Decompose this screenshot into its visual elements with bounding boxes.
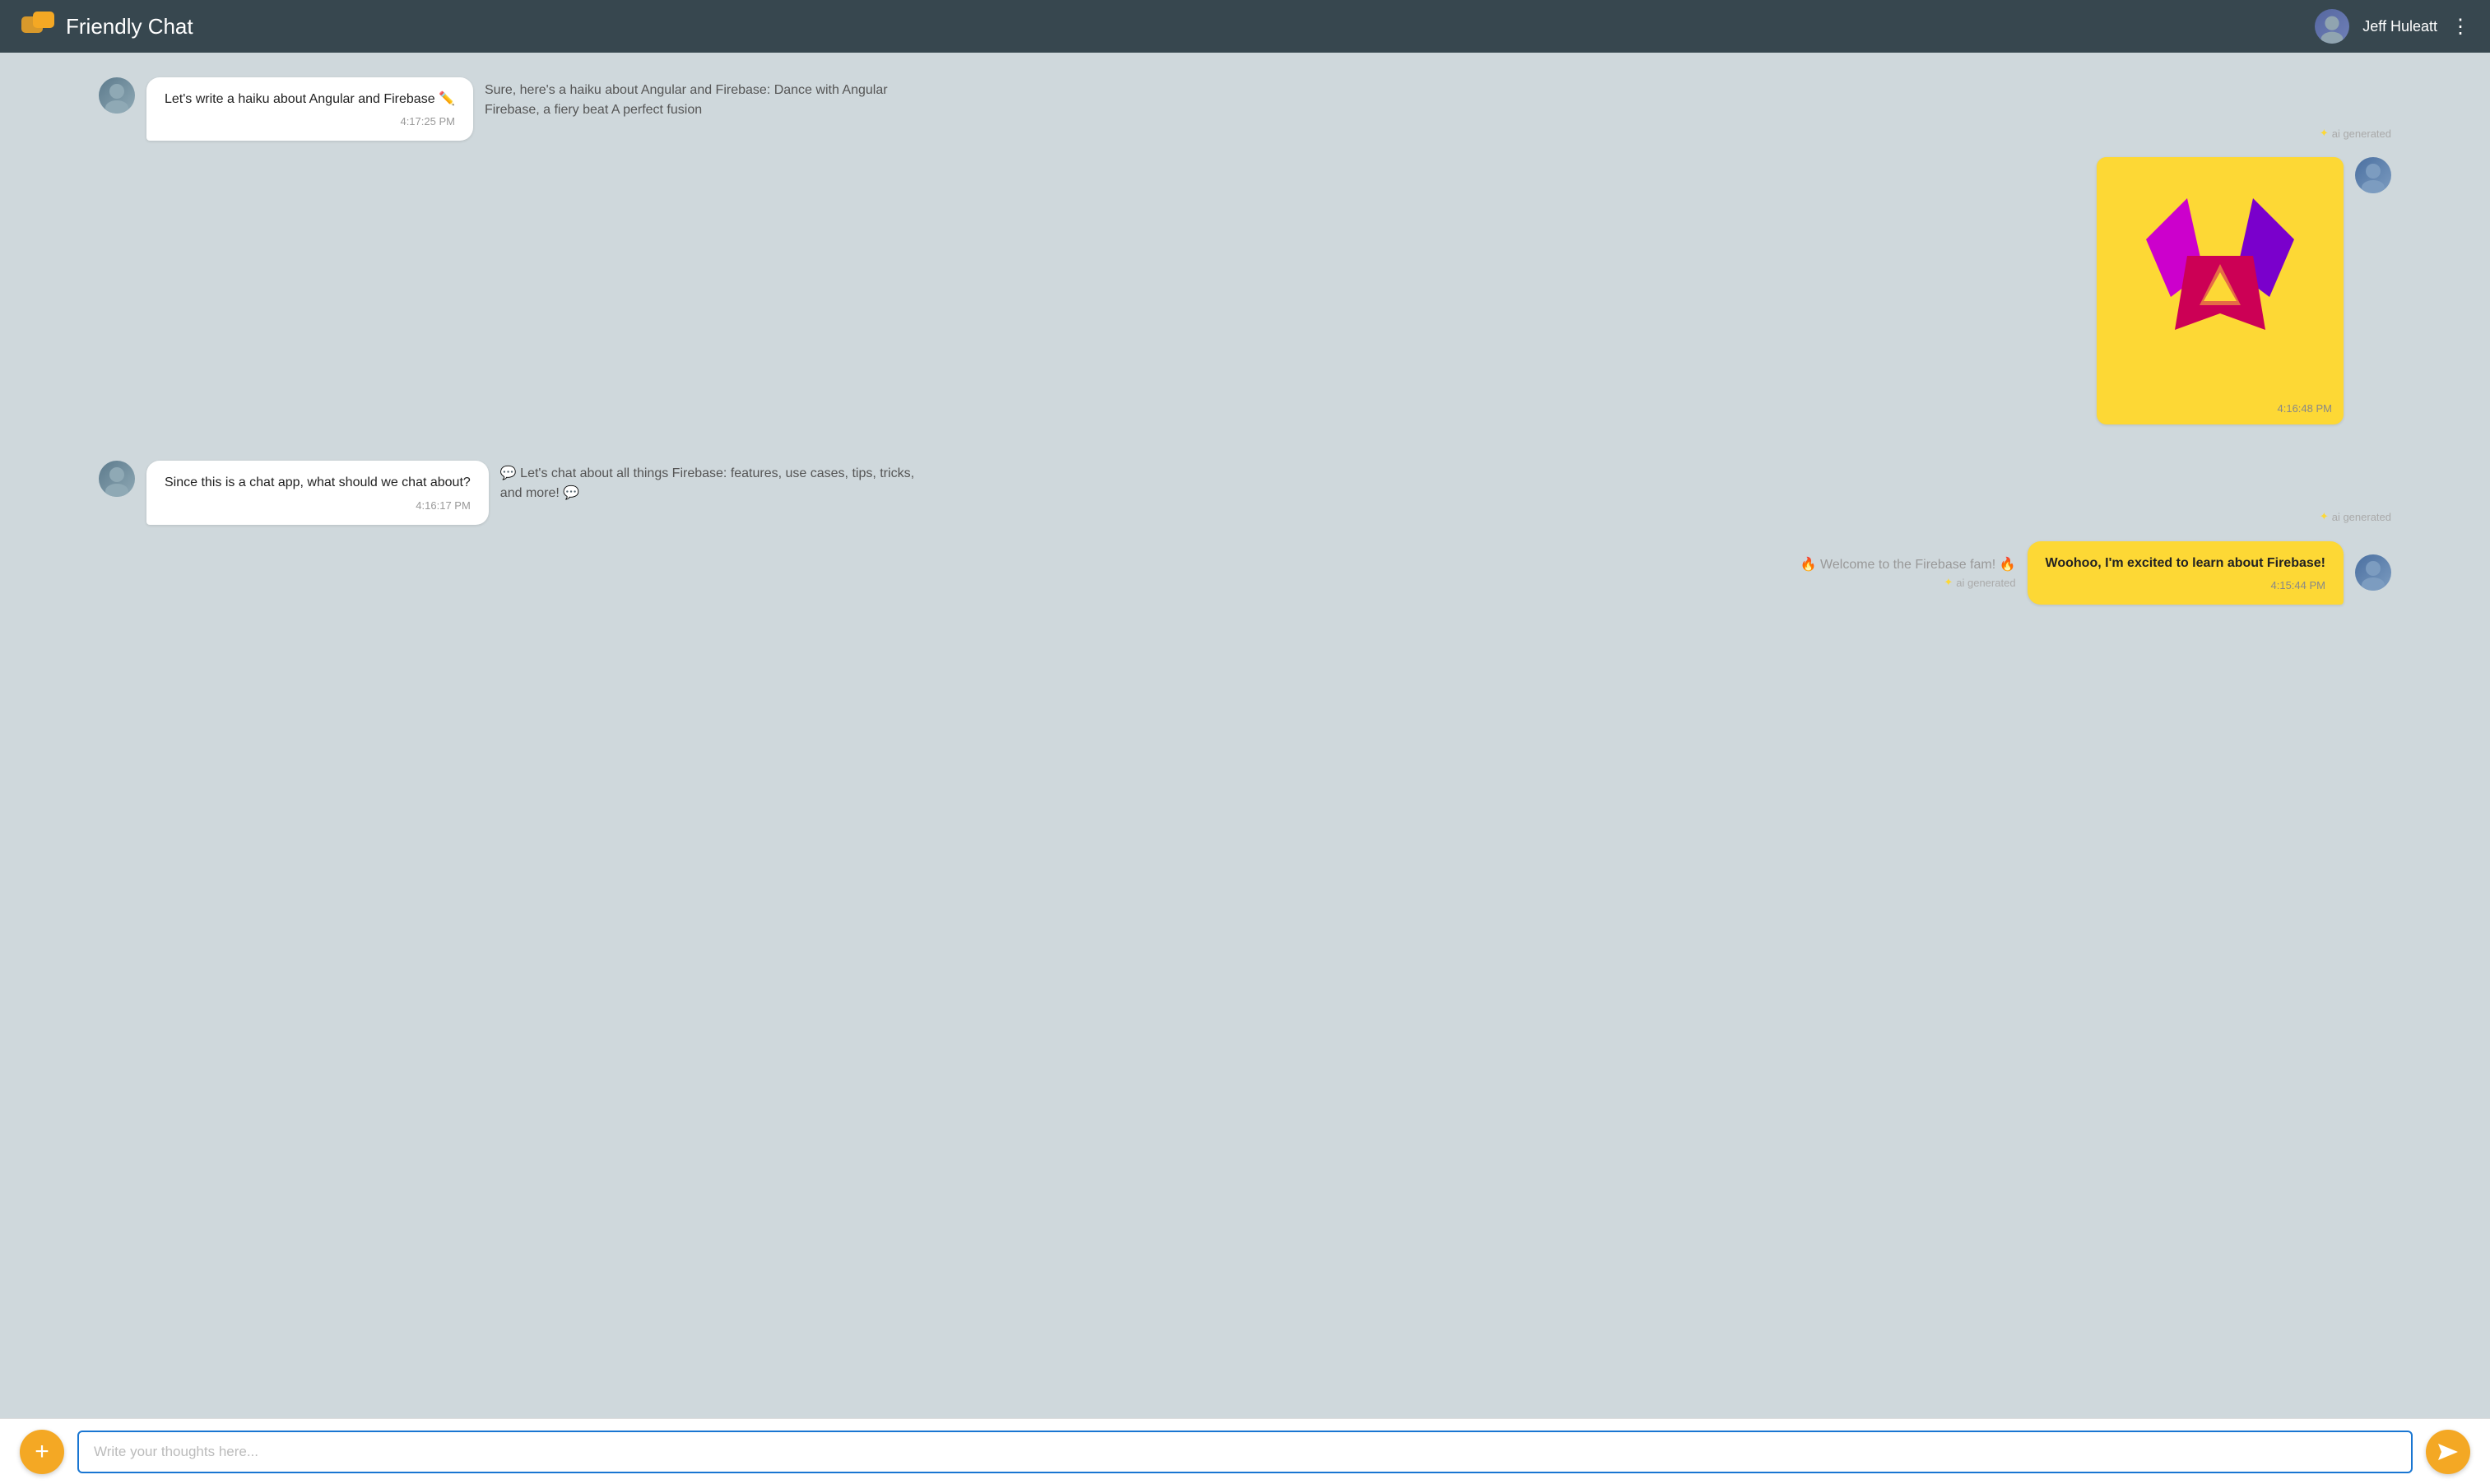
sender-avatar	[2355, 554, 2391, 591]
message-row: Let's write a haiku about Angular and Fi…	[0, 69, 2490, 149]
message-input[interactable]	[77, 1431, 2413, 1473]
angular-logo	[2097, 157, 2344, 396]
ai-response-text: Sure, here's a haiku about Angular and F…	[485, 81, 913, 120]
ai-response-text: 💬 Let's chat about all things Firebase: …	[500, 464, 928, 503]
star-icon: ✦	[2320, 127, 2329, 140]
app-header: Friendly Chat Jeff Huleatt ⋮	[0, 0, 2490, 53]
ai-label: ✦ ai generated	[500, 510, 2391, 523]
message-row: Since this is a chat app, what should we…	[0, 452, 2490, 532]
avatar-image-icon	[2355, 157, 2391, 193]
avatar-image-icon	[99, 461, 135, 497]
more-menu-icon[interactable]: ⋮	[2451, 15, 2470, 39]
avatar-image-icon	[2355, 554, 2391, 591]
incoming-bubble: Let's write a haiku about Angular and Fi…	[146, 77, 473, 141]
ai-label: ✦ ai generated	[1800, 576, 2016, 589]
ai-generated-label: ai generated	[1956, 577, 2015, 589]
avatar-image-icon	[2315, 9, 2349, 44]
welcome-row: 🔥 Welcome to the Firebase fam! 🔥 ✦ ai ge…	[0, 533, 2490, 613]
avatar-image-icon	[99, 77, 135, 114]
ai-response: Sure, here's a haiku about Angular and F…	[485, 77, 2391, 140]
message-footer: +	[0, 1418, 2490, 1484]
star-icon: ✦	[1944, 576, 1953, 589]
header-right: Jeff Huleatt ⋮	[2315, 9, 2470, 44]
app-title: Friendly Chat	[66, 14, 193, 39]
message-time: 4:16:48 PM	[2097, 396, 2344, 424]
sender-avatar	[99, 461, 135, 497]
header-left: Friendly Chat	[20, 8, 193, 44]
ai-label: ✦ ai generated	[485, 127, 2391, 140]
ai-response-text: 🔥 Welcome to the Firebase fam! 🔥	[1800, 556, 2016, 573]
plus-icon: +	[35, 1440, 49, 1464]
ai-response: 💬 Let's chat about all things Firebase: …	[500, 461, 2391, 523]
sender-avatar	[99, 77, 135, 114]
send-icon	[2438, 1444, 2458, 1460]
add-attachment-button[interactable]: +	[20, 1430, 64, 1474]
message-text: Let's write a haiku about Angular and Fi…	[165, 90, 455, 109]
message-row: 4:16:48 PM	[0, 149, 2490, 433]
ai-response: 🔥 Welcome to the Firebase fam! 🔥 ✦ ai ge…	[1800, 556, 2016, 589]
incoming-bubble: Since this is a chat app, what should we…	[146, 461, 489, 524]
chat-area: Let's write a haiku about Angular and Fi…	[0, 53, 2490, 1418]
message-text: Woohoo, I'm excited to learn about Fireb…	[2046, 554, 2325, 573]
user-name: Jeff Huleatt	[2362, 18, 2437, 35]
user-avatar	[2315, 9, 2349, 44]
message-time: 4:15:44 PM	[2046, 579, 2325, 591]
app-logo-icon	[20, 8, 56, 44]
ai-generated-label: ai generated	[2332, 511, 2391, 523]
message-text: Since this is a chat app, what should we…	[165, 474, 471, 492]
image-message-bubble: 4:16:48 PM	[2097, 157, 2344, 424]
outgoing-bubble: Woohoo, I'm excited to learn about Fireb…	[2028, 541, 2344, 605]
sender-avatar	[2355, 157, 2391, 193]
message-time: 4:17:25 PM	[165, 115, 455, 128]
send-button[interactable]	[2426, 1430, 2470, 1474]
ai-generated-label: ai generated	[2332, 128, 2391, 140]
star-icon: ✦	[2320, 510, 2329, 523]
angular-logo-svg	[2138, 190, 2302, 363]
message-time: 4:16:17 PM	[165, 499, 471, 512]
